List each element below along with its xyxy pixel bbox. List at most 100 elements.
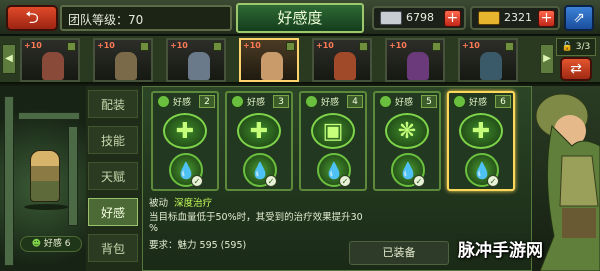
tab-1[interactable]: 技能 <box>88 126 138 154</box>
skill-title-line: 被动 深度治疗 <box>149 195 212 209</box>
character-thumbnail <box>115 52 137 80</box>
character-roster: ◀ +10 +10 +10 +10 +10 +10 +10 ▶ 🔓 3/3 ⇄ <box>0 36 600 84</box>
smile-icon <box>453 95 466 108</box>
team-level-box: 团队等级：70 <box>60 5 232 31</box>
check-icon: ✓ <box>339 175 351 187</box>
favorite-flag-icon <box>140 42 149 51</box>
watermark: 脉冲手游网 <box>458 241 543 261</box>
gold-resource: 2321 + <box>470 6 560 30</box>
capacity-value: 3/3 <box>575 42 591 52</box>
smile-icon <box>157 95 170 108</box>
slot-level: 6 <box>495 95 511 108</box>
share-button[interactable]: ⇗ <box>564 5 594 31</box>
roster-card[interactable]: +10 <box>93 38 153 82</box>
card-bonus-badge: +10 <box>243 41 261 50</box>
skill-glyph: ✚ <box>175 119 195 144</box>
silver-bar-icon <box>380 11 402 25</box>
card-bonus-badge: +10 <box>389 41 407 50</box>
roster-card[interactable]: +10 <box>166 38 226 82</box>
tab-4[interactable]: 背包 <box>88 234 138 262</box>
skill-glyph: ▣ <box>322 119 344 144</box>
badge-icon: 💧 ✓ <box>465 153 499 187</box>
favorite-flag-icon <box>505 42 514 51</box>
heart-icon: ☻ <box>31 239 41 249</box>
silver-resource: 6798 + <box>372 6 466 30</box>
roster-card[interactable]: +10 <box>312 38 372 82</box>
roster-next-arrow[interactable]: ▶ <box>540 44 554 74</box>
slot-level: 5 <box>421 95 437 108</box>
favor-slot[interactable]: 好感 3 ✚ 💧 ✓ <box>225 91 293 191</box>
card-bonus-badge: +10 <box>24 41 42 50</box>
equipped-button[interactable]: 已装备 <box>349 241 449 265</box>
favor-slot[interactable]: 好感 4 ▣ 💧 ✓ <box>299 91 367 191</box>
character-stage: ☻ 好感 6 <box>0 86 86 271</box>
badge-icon: 💧 ✓ <box>243 153 277 187</box>
favorite-flag-icon <box>67 42 76 51</box>
swap-button[interactable]: ⇄ <box>560 57 592 81</box>
favor-slot[interactable]: 好感 5 ❋ 💧 ✓ <box>373 91 441 191</box>
slot-header: 好感 3 <box>229 95 289 109</box>
roster-card[interactable]: +10 <box>20 38 80 82</box>
skill-type: 被动 <box>149 198 169 209</box>
card-bonus-badge: +10 <box>97 41 115 50</box>
tab-2[interactable]: 天赋 <box>88 162 138 190</box>
character-thumbnail <box>42 52 64 80</box>
skill-icon: ✚ <box>163 113 207 149</box>
card-bonus-badge: +10 <box>462 41 480 50</box>
skill-icon: ▣ <box>311 113 355 149</box>
roster-prev-arrow[interactable]: ◀ <box>2 44 16 74</box>
team-level-label: 团队等级：70 <box>68 13 144 27</box>
badge-icon: 💧 ✓ <box>169 153 203 187</box>
slot-label: 好感 <box>395 98 414 108</box>
favor-level-label: 好感 6 <box>43 239 71 249</box>
slot-label: 好感 <box>321 98 340 108</box>
skill-glyph: ✚ <box>249 119 269 144</box>
top-bar: ⮌ 团队等级：70 好感度 6798 + 2321 + ⇗ <box>0 0 600 36</box>
favorite-flag-icon <box>432 42 441 51</box>
back-arrow-icon: ⮌ <box>25 8 39 28</box>
favorite-flag-icon <box>286 42 295 51</box>
skill-effect-percent: % <box>149 223 159 234</box>
character-thumbnail <box>480 52 502 80</box>
skill-icon: ✚ <box>237 113 281 149</box>
silver-value: 6798 <box>406 11 434 24</box>
smile-icon <box>231 95 244 108</box>
slot-label: 好感 <box>173 98 192 108</box>
roster-capacity: 🔓 3/3 <box>556 38 596 56</box>
character-thumbnail <box>188 52 210 80</box>
check-icon: ✓ <box>413 175 425 187</box>
badge-icon: 💧 ✓ <box>317 153 351 187</box>
smile-icon <box>305 95 318 108</box>
back-button[interactable]: ⮌ <box>6 5 58 31</box>
add-silver-button[interactable]: + <box>444 10 461 27</box>
skill-glyph: ❋ <box>397 119 417 144</box>
tab-0[interactable]: 配装 <box>88 90 138 118</box>
favor-slot[interactable]: 好感 2 ✚ 💧 ✓ <box>151 91 219 191</box>
slot-level: 3 <box>273 95 289 108</box>
card-bonus-badge: +10 <box>316 41 334 50</box>
slot-label: 好感 <box>247 98 266 108</box>
skill-requirement: 要求：魅力 595 (595) <box>149 240 247 251</box>
slot-header: 好感 2 <box>155 95 215 109</box>
slot-header: 好感 5 <box>377 95 437 109</box>
slot-level: 2 <box>199 95 215 108</box>
roster-card[interactable]: +10 <box>239 38 299 82</box>
favor-slot[interactable]: 好感 6 ✚ 💧 ✓ <box>447 91 515 191</box>
pipe-decoration <box>68 126 78 226</box>
slot-header: 好感 4 <box>303 95 363 109</box>
character-thumbnail <box>407 52 429 80</box>
character-sprite[interactable] <box>30 150 60 202</box>
unlock-icon: 🔓 <box>561 42 573 52</box>
check-icon: ✓ <box>265 175 277 187</box>
tab-3[interactable]: 好感 <box>88 198 138 226</box>
share-icon: ⇗ <box>573 10 585 26</box>
roster-card[interactable]: +10 <box>385 38 445 82</box>
badge-icon: 💧 ✓ <box>391 153 425 187</box>
check-icon: ✓ <box>487 175 499 187</box>
character-thumbnail <box>261 52 283 80</box>
side-tabs: 配装技能天赋好感背包 <box>86 86 142 271</box>
roster-card[interactable]: +10 <box>458 38 518 82</box>
pipe-decoration <box>18 112 80 120</box>
add-gold-button[interactable]: + <box>538 10 555 27</box>
check-icon: ✓ <box>191 175 203 187</box>
